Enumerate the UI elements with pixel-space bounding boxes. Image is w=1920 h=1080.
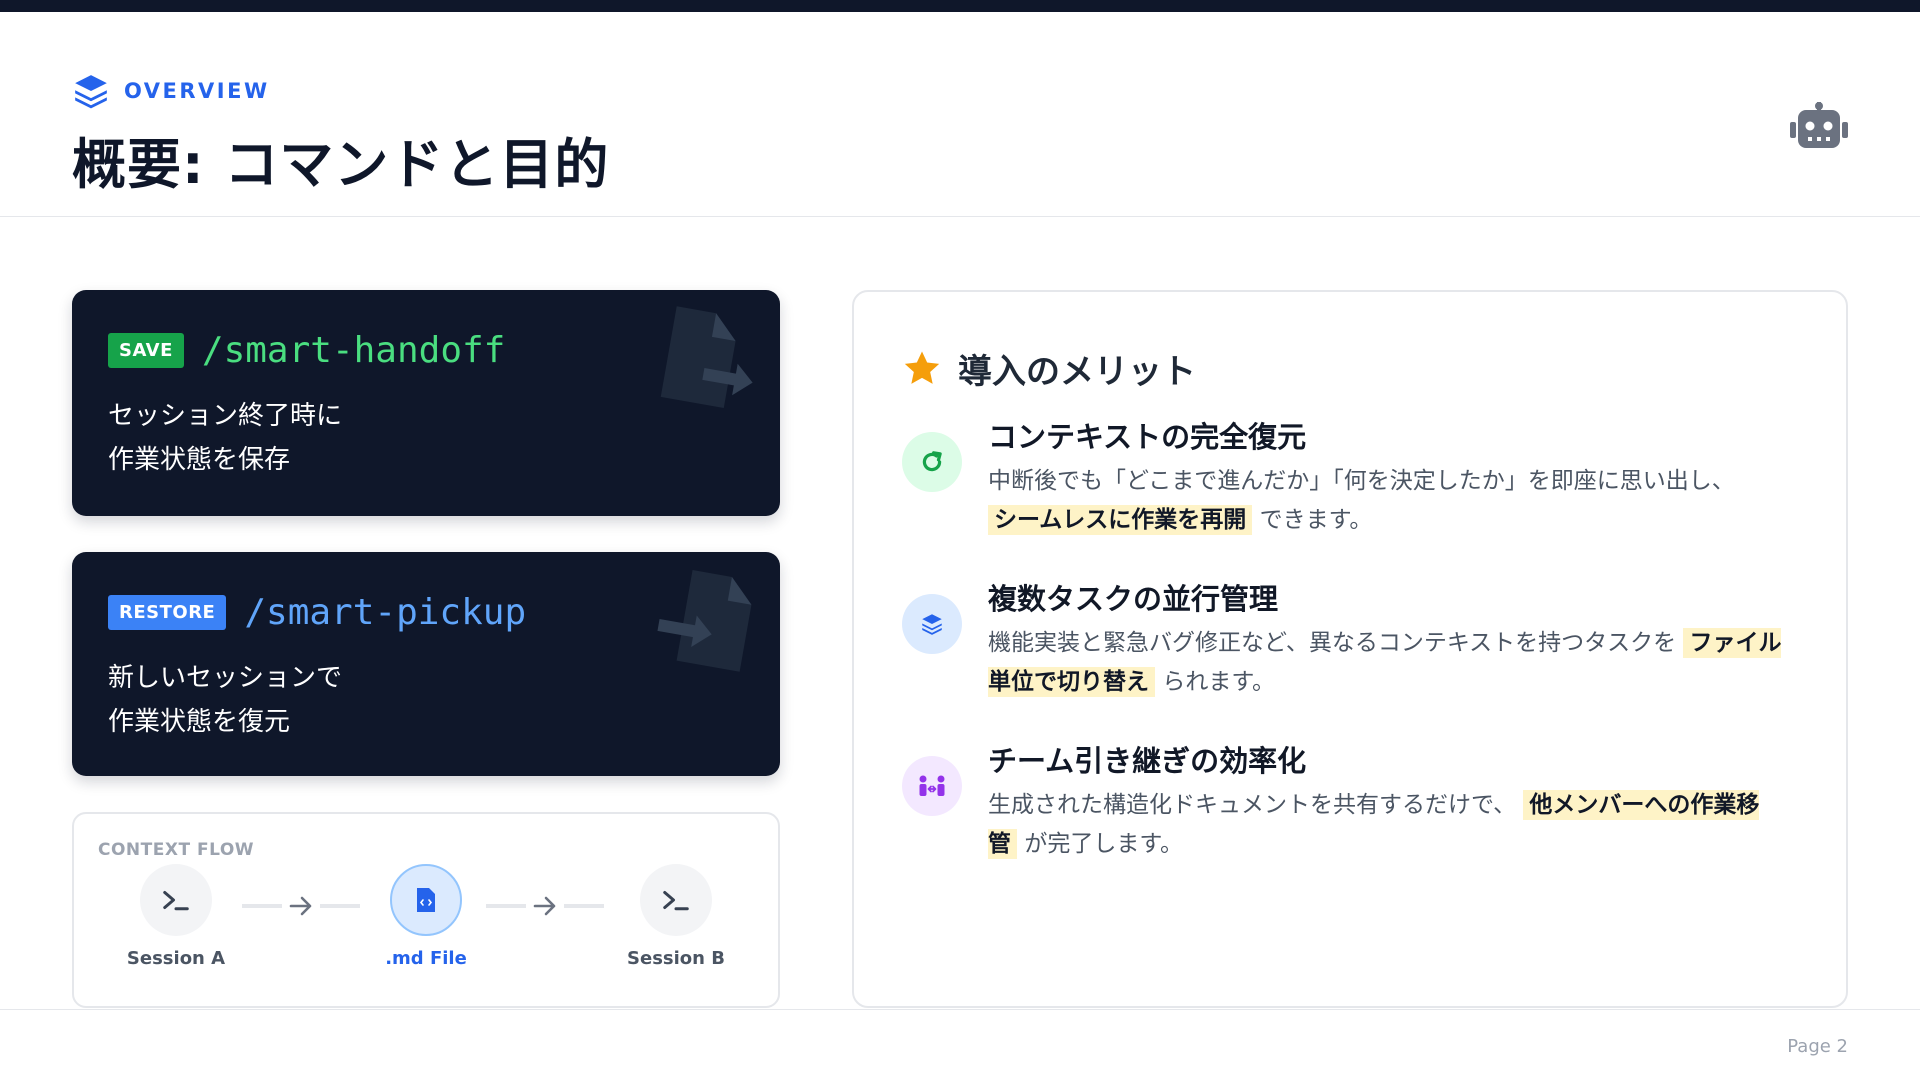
benefit-text-before: 中断後でも「どこまで進んだか」「何を決定したか」を即座に思い出し、 xyxy=(988,468,1735,494)
md-file-node xyxy=(390,864,462,936)
eyebrow-label: OVERVIEW xyxy=(124,79,270,103)
people-arrows-icon xyxy=(919,775,945,796)
flow-connector xyxy=(486,904,526,908)
robot-icon xyxy=(1790,102,1848,148)
benefit-text-after: できます。 xyxy=(1259,507,1373,533)
benefit-text: 機能実装と緊急バグ修正など、異なるコンテキストを持つタスクを ファイル単位で切り… xyxy=(988,624,1788,702)
benefit-text-after: られます。 xyxy=(1162,669,1276,695)
layers-icon xyxy=(75,75,107,109)
star-icon xyxy=(904,351,940,384)
save-command-description: セッション終了時に 作業状態を保存 xyxy=(108,394,342,482)
people-arrows-icon-badge xyxy=(902,756,962,816)
context-flow-panel: CONTEXT FLOW Session A .md File Session … xyxy=(72,812,780,1008)
session-b-label: Session B xyxy=(627,948,725,969)
layers-icon-badge xyxy=(902,594,962,654)
save-desc-line-2: 作業状態を保存 xyxy=(108,445,291,475)
footer-divider xyxy=(0,1009,1920,1010)
benefits-header: 導入のメリット xyxy=(902,344,1196,393)
restore-command-card: RESTORE /smart-pickup 新しいセッションで 作業状態を復元 xyxy=(72,552,780,776)
flow-connector xyxy=(242,904,282,908)
page-title: 概要: コマンドと目的 xyxy=(72,133,610,196)
context-flow-label: CONTEXT FLOW xyxy=(98,840,255,860)
refresh-icon xyxy=(922,451,942,472)
refresh-icon-badge xyxy=(902,432,962,492)
restore-command-description: 新しいセッションで 作業状態を復元 xyxy=(108,656,342,744)
eyebrow: OVERVIEW xyxy=(72,72,270,110)
top-accent-bar xyxy=(0,0,1920,12)
restore-desc-line-1: 新しいセッションで xyxy=(108,663,343,693)
benefit-text: 生成された構造化ドキュメントを共有するだけで、 他メンバーへの作業移管 が完了し… xyxy=(988,786,1788,864)
page-number: Page 2 xyxy=(1787,1036,1848,1057)
restore-command-name: /smart-pickup xyxy=(244,592,527,633)
save-command-header: SAVE /smart-handoff xyxy=(108,330,505,371)
restore-desc-line-2: 作業状態を復元 xyxy=(108,707,291,737)
benefit-title: チーム引き継ぎの効率化 xyxy=(988,744,1307,778)
terminal-icon xyxy=(163,891,189,911)
restore-command-header: RESTORE /smart-pickup xyxy=(108,592,526,633)
benefit-text: 中断後でも「どこまで進んだか」「何を決定したか」を即座に思い出し、シームレスに作… xyxy=(988,462,1788,540)
file-code-icon xyxy=(417,888,435,912)
save-command-name: /smart-handoff xyxy=(201,330,506,371)
benefit-highlight: シームレスに作業を再開 xyxy=(988,505,1253,535)
flow-connector xyxy=(564,904,604,908)
file-import-icon xyxy=(657,570,752,672)
arrow-right-icon xyxy=(289,896,312,916)
layers-icon xyxy=(922,614,942,635)
save-badge: SAVE xyxy=(108,333,184,368)
session-a-label: Session A xyxy=(126,948,226,969)
benefit-title: 複数タスクの並行管理 xyxy=(988,582,1279,616)
benefits-title: 導入のメリット xyxy=(958,352,1196,392)
save-command-card: SAVE /smart-handoff セッション終了時に 作業状態を保存 xyxy=(72,290,780,516)
session-a-node xyxy=(140,864,212,936)
benefit-text-before: 機能実装と緊急バグ修正など、異なるコンテキストを持つタスクを xyxy=(988,630,1677,656)
arrow-right-icon xyxy=(533,896,556,916)
benefits-panel: 導入のメリット コンテキストの完全復元 中断後でも「どこまで進んだか」「何を決定… xyxy=(852,290,1848,1008)
benefit-text-before: 生成された構造化ドキュメントを共有するだけで、 xyxy=(988,792,1517,818)
session-b-node xyxy=(640,864,712,936)
benefit-text-after: が完了します。 xyxy=(1024,831,1184,857)
restore-badge: RESTORE xyxy=(108,595,227,630)
save-desc-line-1: セッション終了時に xyxy=(108,401,343,431)
slide-header: OVERVIEW 概要: コマンドと目的 xyxy=(0,12,1920,217)
md-file-label: .md File xyxy=(385,948,467,969)
file-export-icon xyxy=(660,306,753,409)
benefit-title: コンテキストの完全復元 xyxy=(988,420,1307,454)
flow-connector xyxy=(320,904,360,908)
terminal-icon xyxy=(663,891,689,911)
